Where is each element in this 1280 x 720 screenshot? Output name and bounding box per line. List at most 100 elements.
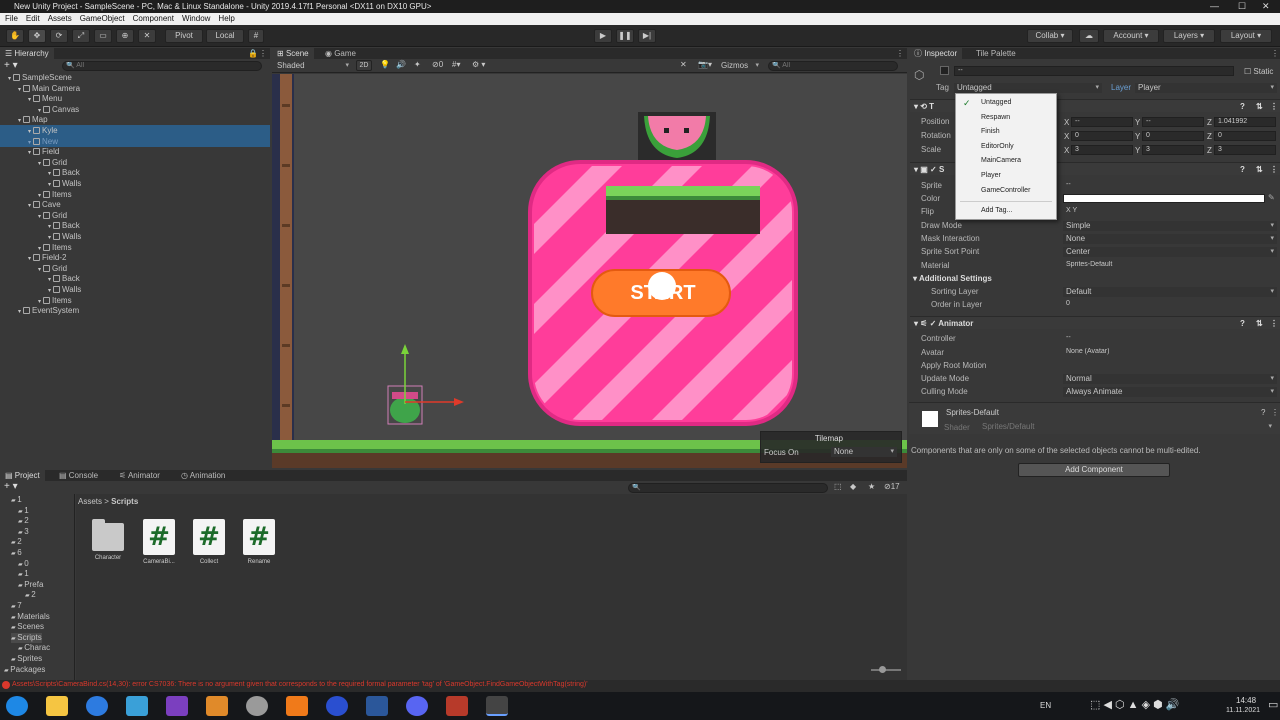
sprite-renderer-field-value[interactable]: X Y (1063, 207, 1277, 217)
tab-project[interactable]: ▤ Project (0, 470, 45, 481)
project-folder-item[interactable]: ▰ Packages (4, 665, 45, 675)
grid-snap-icon[interactable]: # (248, 29, 264, 43)
filter-type-icon[interactable]: ⬚ (834, 482, 842, 491)
tool-icon[interactable] (246, 696, 268, 716)
menu-gameobject[interactable]: GameObject (80, 14, 125, 23)
expand-arrow-icon[interactable]: ▾ (28, 256, 31, 262)
close-icon[interactable]: ✕ (1262, 0, 1270, 13)
expand-arrow-icon[interactable]: ▾ (18, 309, 21, 315)
breadcrumb-assets[interactable]: Assets (78, 497, 102, 506)
breadcrumb-scripts[interactable]: Scripts (111, 497, 138, 506)
tag-dropdown[interactable]: Untagged (954, 83, 1102, 93)
tag-option[interactable]: MainCamera (981, 157, 1021, 164)
layer-dropdown[interactable]: Player (1135, 83, 1277, 93)
zoom-slider[interactable] (871, 669, 901, 671)
asset-collect[interactable]: # Collect (189, 519, 229, 565)
expand-arrow-icon[interactable]: ▾ (38, 214, 41, 220)
position-x-field[interactable]: -- (1071, 117, 1133, 127)
expand-arrow-icon[interactable]: ▾ (38, 299, 41, 305)
expand-arrow-icon[interactable]: ▾ (28, 150, 31, 156)
menu-component[interactable]: Component (133, 14, 174, 23)
hierarchy-item[interactable]: ▾ Field (28, 147, 59, 157)
hand-tool-icon[interactable]: ✋ (6, 29, 24, 43)
position-y-field[interactable]: -- (1142, 117, 1204, 127)
collab-dropdown[interactable]: Collab ▾ (1027, 29, 1073, 43)
2d-toggle[interactable]: 2D (356, 60, 372, 71)
scale-x-field[interactable]: 3 (1071, 145, 1133, 155)
lighting-icon[interactable]: 💡 (380, 60, 390, 69)
account-dropdown[interactable]: Account ▾ (1103, 29, 1159, 43)
hierarchy-item[interactable]: ▾ Back (48, 168, 80, 178)
hierarchy-item[interactable]: ▾ Menu (28, 94, 62, 104)
animator-help-icon[interactable]: ? (1240, 317, 1245, 330)
animator-field-value[interactable] (1063, 361, 1277, 371)
hierarchy-item[interactable]: ▾ SampleScene (8, 73, 72, 83)
hierarchy-item[interactable]: ▾ New (28, 137, 58, 147)
active-checkbox[interactable] (940, 66, 949, 75)
tray-icons[interactable]: ⬚ ◀ ⬡ ▲ ◈ ⬢ 🔊 (1090, 698, 1179, 711)
shading-dropdown[interactable]: Shaded (274, 61, 352, 71)
rect-tool-icon[interactable]: ▭ (94, 29, 112, 43)
menu-help[interactable]: Help (218, 14, 234, 23)
hierarchy-item[interactable]: ▾ Canvas (38, 105, 79, 115)
position-z-field[interactable]: 1.041992 (1214, 117, 1276, 127)
expand-arrow-icon[interactable]: ▾ (48, 171, 51, 177)
word-icon[interactable] (366, 696, 388, 716)
expand-arrow-icon[interactable]: ▾ (28, 97, 31, 103)
project-folder-item[interactable]: ▰ Materials (11, 612, 50, 622)
tag-option[interactable]: Respawn (981, 114, 1010, 121)
hierarchy-search-input[interactable]: 🔍 All (62, 61, 262, 71)
project-folder-item[interactable]: ▰ Scenes (11, 622, 44, 632)
animator-menu-icon[interactable]: ⋮ (1270, 317, 1278, 330)
gizmos-dropdown[interactable]: Gizmos (718, 61, 762, 71)
maximize-icon[interactable]: ☐ (1238, 0, 1246, 13)
pivot-toggle[interactable]: Pivot (165, 29, 203, 43)
layout-dropdown[interactable]: Layout ▾ (1220, 29, 1272, 43)
sprite-renderer-help-icon[interactable]: ? (1240, 163, 1245, 176)
animator-settings-icon[interactable]: ⇅ (1256, 317, 1263, 330)
transform-help-icon[interactable]: ? (1240, 100, 1245, 113)
scale-y-field[interactable]: 3 (1142, 145, 1204, 155)
project-create-button[interactable]: + ▾ (4, 481, 18, 492)
scene-more-icon[interactable]: ⋮ (896, 48, 904, 59)
file-explorer-icon[interactable] (46, 696, 68, 716)
scale-z-field[interactable]: 3 (1214, 145, 1276, 155)
project-folder-item[interactable]: ▰ 1 (18, 569, 29, 579)
color-swatch[interactable] (1063, 194, 1265, 203)
focus-on-dropdown[interactable]: None (831, 447, 897, 457)
asset-camerabind[interactable]: # CameraBi... (139, 519, 179, 565)
menu-edit[interactable]: Edit (26, 14, 40, 23)
inspector-more-icon[interactable]: ⋮ (1271, 48, 1279, 59)
material-help-icon[interactable]: ? (1261, 408, 1265, 417)
sprite-renderer-menu-icon[interactable]: ⋮ (1270, 163, 1278, 176)
play-icon[interactable]: ▶ (594, 29, 612, 43)
tools-icon[interactable]: ⚙ ▾ (472, 60, 485, 69)
tag-option[interactable]: EditorOnly (981, 143, 1014, 150)
tag-option[interactable]: Finish (981, 128, 1000, 135)
project-folder-item[interactable]: ▰ 1 (18, 506, 29, 516)
local-toggle[interactable]: Local (206, 29, 244, 43)
app-icon[interactable] (126, 696, 148, 716)
camera-icon[interactable]: 📷▾ (698, 60, 712, 69)
animator-field-value[interactable]: Always Animate (1063, 387, 1277, 397)
project-folder-item[interactable]: ▰ 2 (25, 590, 36, 600)
expand-arrow-icon[interactable]: ▾ (38, 161, 41, 167)
hidden-objects-icon[interactable]: ⊘0 (432, 60, 443, 69)
hierarchy-item[interactable]: ▾ Items (38, 243, 72, 253)
hierarchy-item[interactable]: ▾ Items (38, 296, 72, 306)
sprite-renderer-field-value[interactable]: Sprites-Default (1063, 261, 1277, 271)
name-field[interactable]: -- (954, 66, 1234, 76)
tab-game[interactable]: ◉ Game (320, 48, 361, 59)
hierarchy-item[interactable]: ▾ Grid (38, 211, 67, 221)
hierarchy-item[interactable]: ▾ Map (18, 115, 48, 125)
add-component-button[interactable]: Add Component (1018, 463, 1170, 477)
language-indicator[interactable]: EN (1040, 701, 1051, 710)
minimize-icon[interactable]: — (1210, 0, 1219, 13)
project-folder-item[interactable]: ▰ 1 (11, 495, 22, 505)
expand-arrow-icon[interactable]: ▾ (48, 277, 51, 283)
create-button[interactable]: + ▾ (4, 60, 18, 71)
expand-arrow-icon[interactable]: ▾ (38, 193, 41, 199)
expand-arrow-icon[interactable]: ▾ (38, 246, 41, 252)
tag-option[interactable]: Untagged (981, 99, 1011, 106)
project-folder-item[interactable]: ▰ 0 (18, 559, 29, 569)
